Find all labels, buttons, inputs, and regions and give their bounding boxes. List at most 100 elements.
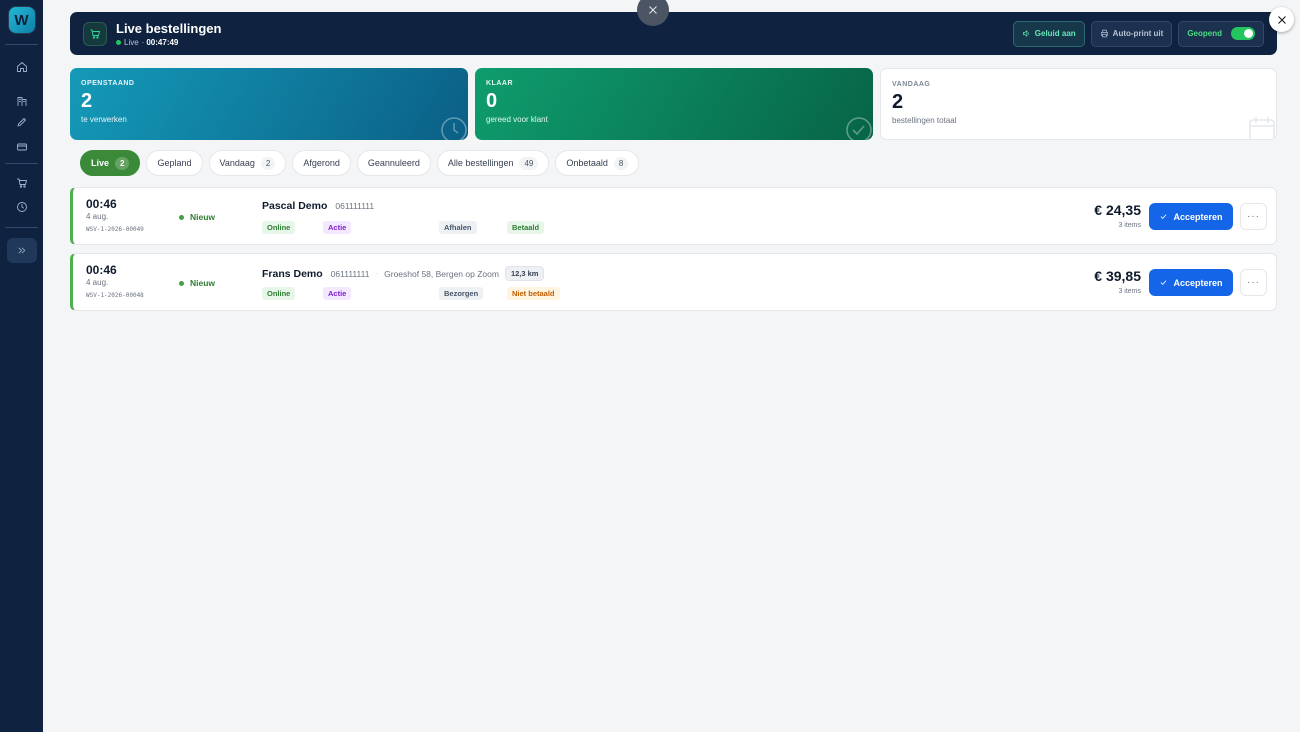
app-logo[interactable]: W [8, 7, 35, 33]
status-dot-icon [179, 280, 184, 286]
stat-value: 2 [81, 90, 93, 112]
order-row[interactable]: 00:46 4 aug. WSV-1-2026-00049 Nieuw Pasc… [70, 187, 1277, 245]
check-icon [1161, 280, 1167, 285]
sidebar-divider [5, 44, 38, 45]
cart-icon [83, 21, 107, 46]
tab-geannuleerd[interactable]: Geannuleerd [356, 150, 431, 176]
stat-card-ready: KLAAR 0 gereed voor klant [475, 68, 873, 140]
check-icon [1161, 214, 1167, 219]
open-label: Geopend [1187, 29, 1222, 38]
tab-onbetaald[interactable]: Onbetaald 8 [555, 150, 640, 176]
sidebar: W [0, 0, 43, 732]
buildings-icon[interactable] [12, 91, 32, 111]
live-clock: 00:47:49 [146, 37, 179, 47]
order-id: WSV-1-2026-00049 [86, 226, 144, 233]
sidebar-divider [5, 227, 38, 228]
order-id: WSV-1-2026-00048 [86, 292, 144, 299]
customer-info: Frans Demo 061111111 · Groeshof 58, Berg… [262, 266, 545, 281]
payment-badge: Niet betaald [507, 287, 560, 300]
close-icon [649, 6, 657, 14]
ellipsis-icon: ··· [1247, 211, 1260, 222]
speaker-icon [1022, 30, 1029, 37]
clock-icon [438, 114, 468, 140]
tab-label: Gepland [157, 158, 192, 168]
ellipsis-icon: ··· [1247, 277, 1260, 288]
tab-live[interactable]: Live 2 [80, 150, 141, 176]
tab-label: Vandaag [219, 158, 255, 168]
status-dot-icon [179, 214, 184, 220]
payment-badge: Betaald [507, 221, 545, 234]
stat-label: OPENSTAAND [81, 80, 135, 87]
channel-badge: Online [262, 221, 296, 234]
customer-info: Pascal Demo 061111111 [262, 200, 374, 212]
tab-count: 8 [613, 156, 629, 170]
order-filter-tabs: Live 2 Gepland Vandaag 2 Afgerond Geannu… [80, 150, 640, 176]
customer-name: Frans Demo [262, 267, 323, 280]
stat-label: VANDAAG [892, 81, 931, 88]
separator: · [375, 269, 379, 278]
accept-button[interactable]: Accepteren [1149, 269, 1233, 296]
tab-label: Alle bestellingen [447, 158, 514, 168]
stat-desc: bestellingen totaal [892, 116, 957, 125]
stat-desc: te verwerken [81, 115, 127, 124]
tab-gepland[interactable]: Gepland [146, 150, 203, 176]
tab-vandaag[interactable]: Vandaag 2 [208, 150, 287, 176]
live-orders-header: Live bestellingen Live · 00:47:49 Geluid… [70, 12, 1277, 55]
customer-phone: 061111111 [330, 268, 370, 279]
store-open-toggle[interactable]: Geopend [1178, 20, 1264, 47]
stat-label: KLAAR [486, 80, 513, 87]
stat-card-open: OPENSTAAND 2 te verwerken [70, 68, 468, 140]
order-items-count: 3 items [1118, 288, 1141, 295]
expand-sidebar-button[interactable] [6, 238, 37, 263]
order-time: 00:46 [86, 263, 117, 277]
status-label: Nieuw [190, 212, 216, 222]
order-time: 00:46 [86, 197, 117, 211]
autoprint-label: Auto-print uit [1112, 29, 1164, 38]
accept-button[interactable]: Accepteren [1149, 203, 1233, 230]
stat-value: 0 [486, 90, 498, 112]
order-status: Nieuw [179, 212, 215, 222]
close-panel-button[interactable] [1269, 7, 1294, 32]
promo-badge: Actie [323, 287, 352, 300]
tab-label: Live [91, 158, 110, 168]
stat-card-today: VANDAAG 2 bestellingen totaal [880, 68, 1277, 140]
calendar-icon [1246, 113, 1276, 139]
open-switch[interactable] [1231, 27, 1255, 40]
sound-toggle-button[interactable]: Geluid aan [1012, 20, 1085, 47]
status-label: Nieuw [190, 278, 216, 288]
accept-label: Accepteren [1173, 277, 1223, 288]
accept-label: Accepteren [1173, 211, 1223, 222]
check-circle-icon [843, 114, 873, 140]
tab-label: Onbetaald [566, 158, 608, 168]
page-title: Live bestellingen [116, 20, 222, 36]
promo-badge: Actie [323, 221, 352, 234]
tab-alle-bestellingen[interactable]: Alle bestellingen 49 [436, 150, 550, 176]
order-total: € 39,85 [1094, 268, 1141, 284]
stat-desc: gereed voor klant [486, 115, 548, 124]
home-icon[interactable] [12, 57, 32, 77]
live-label: Live [124, 37, 139, 47]
tab-count: 2 [260, 156, 276, 170]
live-status: Live · 00:47:49 [116, 38, 221, 47]
clock-icon[interactable] [12, 197, 32, 217]
more-options-button[interactable]: ··· [1240, 203, 1267, 230]
tab-count: 2 [115, 156, 130, 170]
order-status: Nieuw [179, 278, 215, 288]
tab-afgerond[interactable]: Afgerond [292, 150, 351, 176]
distance-badge: 12,3 km [504, 266, 545, 281]
tab-count: 49 [519, 156, 539, 170]
cart-icon[interactable] [12, 173, 32, 193]
fulfillment-badge: Bezorgen [439, 287, 484, 300]
order-date: 4 aug. [86, 212, 109, 221]
stat-value: 2 [892, 91, 904, 113]
close-icon [1277, 15, 1286, 24]
order-date: 4 aug. [86, 278, 109, 287]
order-row[interactable]: 00:46 4 aug. WSV-1-2026-00048 Nieuw Fran… [70, 253, 1277, 311]
pencil-icon[interactable] [12, 112, 32, 132]
more-options-button[interactable]: ··· [1240, 269, 1267, 296]
separator: · [141, 37, 145, 47]
credit-card-icon[interactable] [12, 137, 32, 157]
customer-name: Pascal Demo [262, 200, 328, 212]
autoprint-toggle-button[interactable]: Auto-print uit [1090, 20, 1173, 47]
chevrons-right-icon [18, 247, 26, 254]
